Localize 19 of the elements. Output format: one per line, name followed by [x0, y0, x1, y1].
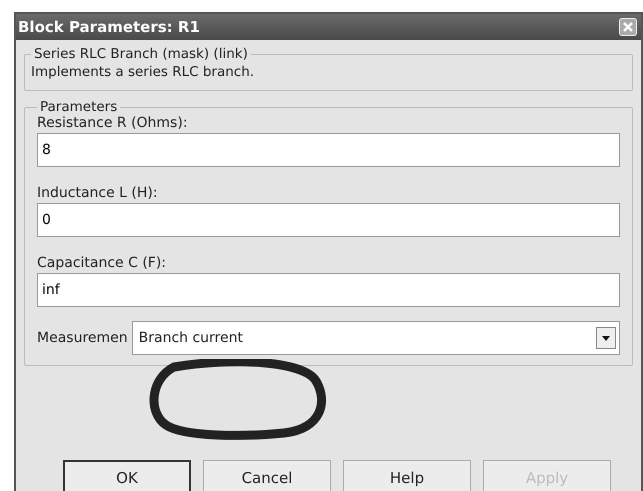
group-title: Parameters: [39, 99, 118, 115]
description-text: Implements a series RLC branch.: [31, 64, 256, 80]
field-label: Inductance L (H):: [37, 185, 159, 201]
close-icon: [623, 22, 633, 32]
measurement-dropdown[interactable]: Branch current: [132, 321, 620, 355]
dialog-button[interactable]: Cancel: [203, 460, 331, 491]
caret-icon: [602, 336, 610, 340]
field-label: Resistance R (Ohms):: [37, 115, 189, 131]
field-label: Measuremen: [37, 330, 128, 346]
close-button[interactable]: [619, 18, 637, 36]
input-field[interactable]: 8: [37, 133, 620, 167]
dialog-button[interactable]: OK: [63, 460, 191, 491]
dialog-button[interactable]: Help: [343, 460, 471, 491]
dropdown-button[interactable]: [596, 327, 616, 349]
input-field[interactable]: inf: [37, 273, 620, 307]
input-field[interactable]: 0: [37, 203, 620, 237]
field-label: Capacitance C (F):: [37, 255, 168, 271]
window-title: Block Parameters: R1: [18, 18, 200, 36]
group-title: Series RLC Branch (mask) (link): [33, 46, 249, 62]
